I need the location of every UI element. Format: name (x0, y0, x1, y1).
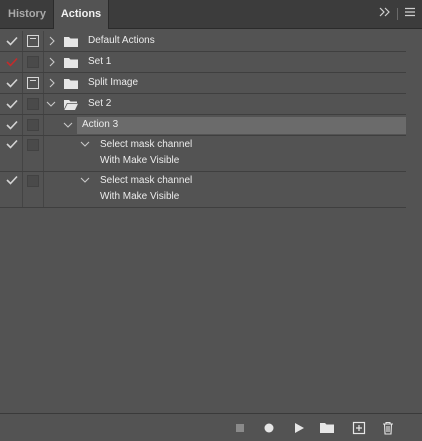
action-set-label: Default Actions (88, 35, 155, 46)
dialog-toggle-icon[interactable] (27, 35, 39, 47)
checkmark-icon[interactable] (6, 139, 18, 149)
dialog-toggle-icon[interactable] (27, 56, 39, 68)
chevron-down-icon[interactable] (80, 139, 90, 149)
checkmark-icon[interactable] (6, 120, 18, 130)
checkmark-icon[interactable] (6, 175, 18, 185)
step-detail: With Make Visible (100, 155, 180, 166)
actions-panel: History Actions Default Actions Set 1 Sp… (0, 0, 422, 441)
toggle-item-cell[interactable] (0, 172, 23, 189)
checkmark-icon[interactable] (6, 99, 18, 109)
toggle-dialog-cell[interactable] (23, 73, 44, 93)
action-set-row[interactable]: Set 2 (0, 94, 406, 115)
dialog-toggle-icon[interactable] (27, 139, 39, 151)
toggle-dialog-cell[interactable] (23, 136, 44, 153)
checkmark-icon[interactable] (6, 57, 18, 67)
chevron-down-icon[interactable] (46, 99, 56, 109)
dialog-toggle-icon[interactable] (27, 98, 39, 110)
play-icon[interactable] (291, 420, 307, 436)
step-label: Select mask channel (100, 175, 193, 186)
dialog-toggle-icon[interactable] (27, 77, 39, 89)
toggle-item-cell[interactable] (0, 52, 23, 72)
toggle-item-cell[interactable] (0, 136, 23, 153)
dialog-toggle-icon[interactable] (27, 175, 39, 187)
actions-toolbar (0, 413, 422, 441)
chevron-right-icon[interactable] (47, 78, 57, 88)
open-folder-icon (64, 100, 78, 110)
new-action-icon[interactable] (351, 420, 367, 436)
folder-icon (64, 58, 78, 68)
step-label: Select mask channel (100, 139, 193, 150)
toggle-item-cell[interactable] (0, 73, 23, 93)
tab-history[interactable]: History (2, 0, 52, 28)
action-set-label: Split Image (88, 77, 139, 88)
action-step-row[interactable]: Select mask channel (0, 172, 406, 189)
actions-list: Default Actions Set 1 Split Image Set 2 … (0, 31, 406, 208)
action-set-row[interactable]: Split Image (0, 73, 406, 94)
action-set-label: Set 1 (88, 56, 112, 67)
action-set-row[interactable]: Set 1 (0, 52, 406, 73)
chevron-right-icon[interactable] (47, 57, 57, 67)
tab-actions[interactable]: Actions (53, 0, 109, 29)
chevron-right-icon[interactable] (47, 36, 57, 46)
dialog-toggle-icon[interactable] (27, 119, 39, 131)
action-set-row[interactable]: Default Actions (0, 31, 406, 52)
step-detail: With Make Visible (100, 191, 180, 202)
action-step-detail-row: With Make Visible (0, 153, 406, 172)
toggle-item-cell[interactable] (0, 94, 23, 114)
action-step-detail-row: With Make Visible (0, 189, 406, 208)
selected-row-highlight (77, 117, 406, 134)
panel-tab-bar: History Actions (0, 0, 422, 29)
stop-icon[interactable] (232, 420, 248, 436)
checkmark-icon[interactable] (6, 36, 18, 46)
action-label: Action 3 (82, 119, 119, 130)
action-step-row[interactable]: Select mask channel (0, 136, 406, 153)
action-row[interactable]: Action 3 (0, 115, 406, 136)
folder-icon (64, 37, 78, 47)
toggle-dialog-cell-empty (23, 189, 44, 207)
action-set-label: Set 2 (88, 98, 112, 109)
toggle-item-cell[interactable] (0, 31, 23, 51)
toggle-dialog-cell[interactable] (23, 94, 44, 114)
toggle-dialog-cell-empty (23, 153, 44, 171)
chevron-down-icon[interactable] (63, 120, 73, 130)
toggle-item-cell[interactable] (0, 115, 23, 135)
toggle-item-cell-empty (0, 153, 23, 171)
panel-menu-icon[interactable] (404, 7, 416, 20)
chevron-down-icon[interactable] (80, 175, 90, 185)
record-icon[interactable] (261, 420, 277, 436)
delete-icon[interactable] (380, 420, 396, 436)
toggle-dialog-cell[interactable] (23, 172, 44, 189)
new-set-icon[interactable] (319, 420, 335, 436)
toggle-dialog-cell[interactable] (23, 115, 44, 135)
toggle-dialog-cell[interactable] (23, 52, 44, 72)
toggle-item-cell-empty (0, 189, 23, 207)
expand-panel-icon[interactable] (379, 7, 391, 20)
toggle-dialog-cell[interactable] (23, 31, 44, 51)
folder-icon (64, 79, 78, 89)
checkmark-icon[interactable] (6, 78, 18, 88)
scrollbar-track[interactable] (406, 31, 422, 412)
